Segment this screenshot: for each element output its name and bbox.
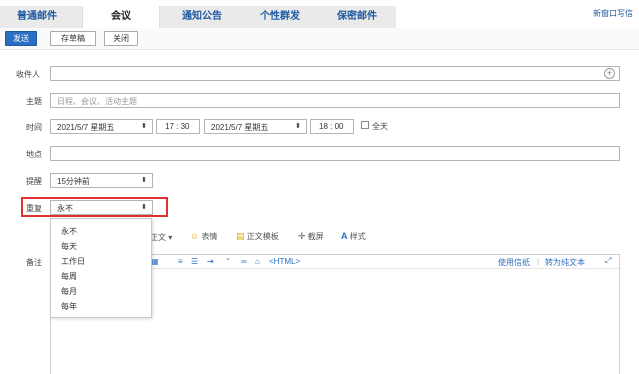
- tab-notice[interactable]: 通知公告: [166, 6, 238, 28]
- start-date-value: 2021/5/7 星期五: [57, 123, 115, 132]
- compose-toolbar: 发送 存草稿 关闭: [0, 28, 639, 50]
- template-icon: ▤: [236, 231, 245, 241]
- compose-type-tabs: 普通邮件 会议 通知公告 个性群发 保密邮件 新窗口写信: [0, 0, 639, 28]
- font-a-icon: A: [341, 231, 348, 241]
- updown-arrow-icon: ⬍: [141, 123, 147, 130]
- repeat-dropdown-menu: 永不 每天 工作日 每周 每月 每年: [50, 218, 152, 318]
- updown-arrow-icon: ⬍: [141, 177, 147, 184]
- start-time-input[interactable]: 17 : 30: [156, 119, 200, 134]
- emoji-label: 表情: [201, 232, 218, 241]
- quote-icon[interactable]: “: [227, 257, 230, 266]
- reminder-value: 15分钟前: [57, 177, 90, 186]
- link-icon[interactable]: ∞: [241, 257, 247, 266]
- screenshot-label: 截屏: [307, 232, 324, 241]
- updown-arrow-icon: ⬍: [141, 204, 147, 211]
- close-button[interactable]: 关闭: [104, 31, 138, 46]
- send-button[interactable]: 发送: [5, 31, 37, 46]
- new-window-link[interactable]: 新窗口写信: [593, 8, 633, 19]
- allday-label: 全天: [372, 122, 388, 131]
- indent-icon[interactable]: ⇥: [207, 257, 214, 266]
- repeat-option[interactable]: 每周: [61, 271, 77, 282]
- subject-label: 主题: [26, 97, 42, 106]
- repeat-option[interactable]: 每天: [61, 241, 77, 252]
- repeat-option[interactable]: 工作日: [61, 256, 85, 267]
- repeat-label: 重复: [26, 204, 42, 213]
- html-mode-button[interactable]: <HTML>: [269, 257, 300, 266]
- tab-normal-mail[interactable]: 普通邮件: [2, 6, 72, 28]
- tab-personal-mass[interactable]: 个性群发: [244, 6, 316, 28]
- template-label: 正文模板: [246, 232, 279, 241]
- end-time-input[interactable]: 18 : 00: [310, 119, 354, 134]
- end-date-select[interactable]: 2021/5/7 星期五 ⬍: [204, 119, 307, 134]
- tab-confidential[interactable]: 保密邮件: [322, 6, 392, 28]
- end-time-value: 18 : 00: [319, 122, 344, 131]
- repeat-select[interactable]: 永不 ⬍: [50, 200, 153, 215]
- repeat-option[interactable]: 永不: [61, 226, 77, 237]
- emoji-button[interactable]: ☺ 表情: [190, 231, 217, 242]
- updown-arrow-icon: ⬍: [295, 123, 301, 130]
- time-label: 时间: [26, 123, 42, 132]
- screenshot-icon: ✛: [298, 231, 306, 241]
- align-icon[interactable]: ≡: [178, 257, 183, 266]
- subject-input[interactable]: 日程、会议、活动主题: [50, 93, 620, 108]
- reminder-label: 提醒: [26, 177, 42, 186]
- location-label: 地点: [26, 150, 42, 159]
- use-stationery-link[interactable]: 使用信纸: [498, 257, 530, 268]
- insert-icon[interactable]: ⌂: [255, 257, 260, 266]
- style-label: 样式: [349, 232, 366, 241]
- divider: |: [537, 257, 540, 266]
- tab-meeting[interactable]: 会议: [82, 6, 160, 28]
- location-input[interactable]: [50, 146, 620, 161]
- end-date-value: 2021/5/7 星期五: [211, 123, 269, 132]
- add-recipient-icon[interactable]: +: [604, 68, 615, 79]
- subject-placeholder: 日程、会议、活动主题: [57, 97, 137, 106]
- expand-icon[interactable]: ⤢: [605, 256, 611, 266]
- start-date-select[interactable]: 2021/5/7 星期五 ⬍: [50, 119, 153, 134]
- format-icon[interactable]: ▦: [151, 257, 159, 266]
- repeat-value: 永不: [57, 204, 73, 213]
- body-text-menu[interactable]: 正文 ▾: [150, 232, 172, 243]
- save-draft-button[interactable]: 存草稿: [50, 31, 96, 46]
- recipient-label: 收件人: [16, 70, 40, 79]
- body-text-label: 正文: [150, 233, 166, 242]
- recipient-field[interactable]: +: [50, 66, 620, 81]
- reminder-select[interactable]: 15分钟前 ⬍: [50, 173, 153, 188]
- style-button[interactable]: A 样式: [341, 231, 366, 242]
- start-time-value: 17 : 30: [165, 122, 190, 131]
- list-icon[interactable]: ☰: [191, 257, 198, 266]
- screenshot-button[interactable]: ✛ 截屏: [298, 231, 324, 242]
- repeat-option[interactable]: 每月: [61, 286, 77, 297]
- allday-checkbox[interactable]: [361, 121, 369, 129]
- template-button[interactable]: ▤ 正文模板: [236, 231, 279, 242]
- plain-text-link[interactable]: 转为纯文本: [545, 257, 585, 268]
- smiley-icon: ☺: [190, 231, 200, 241]
- repeat-option[interactable]: 每年: [61, 301, 77, 312]
- notes-label: 备注: [26, 258, 42, 267]
